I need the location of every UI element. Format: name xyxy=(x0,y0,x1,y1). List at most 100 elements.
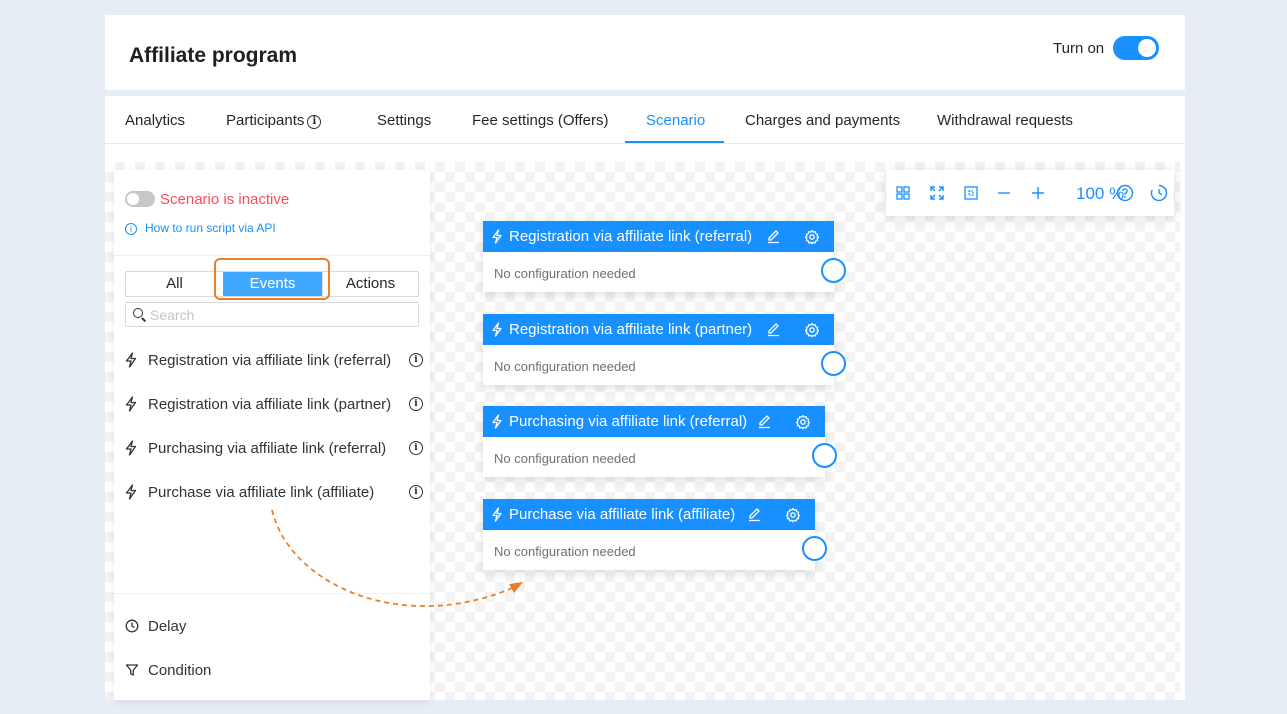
search-input[interactable] xyxy=(150,305,410,325)
info-icon[interactable]: i xyxy=(409,441,423,455)
edit-icon[interactable] xyxy=(766,229,781,244)
search-icon xyxy=(133,308,143,318)
node-config-text: No configuration needed xyxy=(494,451,636,466)
scenario-status-switch[interactable] xyxy=(125,191,155,207)
edit-icon[interactable] xyxy=(757,414,772,429)
node-body: No configuration needed xyxy=(483,345,834,385)
info-icon[interactable]: i xyxy=(409,353,423,367)
lightning-icon xyxy=(492,414,502,429)
scenario-status-text: Scenario is inactive xyxy=(160,191,290,208)
node-body: No configuration needed xyxy=(483,530,815,570)
gear-icon[interactable] xyxy=(785,507,801,523)
switch-knob xyxy=(1138,39,1156,57)
node-body: No configuration needed xyxy=(483,437,825,477)
grid-icon[interactable] xyxy=(895,185,911,201)
switch-knob xyxy=(127,193,139,205)
node-title: Purchasing via affiliate link (referral) xyxy=(509,413,748,430)
lightning-icon xyxy=(125,396,137,412)
tab-label: Participants xyxy=(226,112,305,129)
node-config-text: No configuration needed xyxy=(494,266,636,281)
page-header: Affiliate program Turn on xyxy=(105,15,1185,90)
zoom-out-icon[interactable] xyxy=(996,185,1012,201)
event-item[interactable]: Purchasing via affiliate link (referral)… xyxy=(124,439,424,459)
node-header: Purchasing via affiliate link (referral) xyxy=(483,406,825,437)
fit-view-icon[interactable] xyxy=(963,185,979,201)
node-title: Registration via affiliate link (partner… xyxy=(509,321,753,338)
lightning-icon xyxy=(492,229,502,244)
turn-on-switch[interactable] xyxy=(1113,36,1159,60)
scenario-node[interactable]: Purchasing via affiliate link (referral)… xyxy=(483,406,837,477)
gear-icon[interactable] xyxy=(804,322,820,338)
active-tab-indicator xyxy=(625,141,724,143)
tab-fee-settings[interactable]: Fee settings (Offers) xyxy=(472,112,608,129)
node-header: Registration via affiliate link (partner… xyxy=(483,314,834,345)
scenario-node[interactable]: Purchase via affiliate link (affiliate) … xyxy=(483,499,827,570)
condition-label: Condition xyxy=(148,662,212,679)
filter-icon xyxy=(125,664,139,676)
tab-label: Settings xyxy=(377,112,432,129)
node-output-port[interactable] xyxy=(812,443,837,468)
node-output-port[interactable] xyxy=(821,351,846,376)
info-icon: i xyxy=(125,223,137,235)
info-icon[interactable]: i xyxy=(409,397,423,411)
tab-label: Charges and payments xyxy=(745,112,901,129)
node-config-text: No configuration needed xyxy=(494,359,636,374)
scenario-node[interactable]: Registration via affiliate link (partner… xyxy=(483,314,846,385)
tab-participants[interactable]: Participants i xyxy=(226,112,322,129)
scenario-node[interactable]: Registration via affiliate link (referra… xyxy=(483,221,846,292)
node-output-port[interactable] xyxy=(821,258,846,283)
node-config-text: No configuration needed xyxy=(494,544,636,559)
node-header: Purchase via affiliate link (affiliate) xyxy=(483,499,815,530)
tab-settings[interactable]: Settings xyxy=(377,112,431,129)
node-title: Purchase via affiliate link (affiliate) xyxy=(509,506,736,523)
gear-icon[interactable] xyxy=(795,414,811,430)
fullscreen-icon[interactable] xyxy=(929,185,945,201)
api-help-link[interactable]: i How to run script via API xyxy=(125,221,276,235)
event-item[interactable]: Purchase via affiliate link (affiliate) … xyxy=(124,483,424,503)
clock-icon xyxy=(125,619,139,633)
search-box xyxy=(125,302,419,327)
node-output-port[interactable] xyxy=(802,536,827,561)
tab-analytics[interactable]: Analytics xyxy=(125,112,185,129)
lightning-icon xyxy=(125,352,137,368)
divider xyxy=(114,593,430,594)
tab-withdrawal-requests[interactable]: Withdrawal requests xyxy=(937,112,1073,129)
info-icon[interactable]: i xyxy=(307,115,322,129)
delay-label: Delay xyxy=(148,618,187,635)
event-label: Purchasing via affiliate link (referral) xyxy=(148,440,387,457)
edit-icon[interactable] xyxy=(747,507,762,522)
lightning-icon xyxy=(125,484,137,500)
event-label: Registration via affiliate link (partner… xyxy=(148,396,392,413)
zoom-in-icon[interactable] xyxy=(1030,185,1046,201)
event-item[interactable]: Registration via affiliate link (partner… xyxy=(124,395,424,415)
canvas-toolbar: 100 % xyxy=(886,170,1174,216)
divider xyxy=(114,255,430,256)
help-icon[interactable] xyxy=(1116,184,1134,202)
filter-actions[interactable]: Actions xyxy=(323,272,418,296)
annotation-highlight xyxy=(214,258,330,300)
turn-on-label: Turn on xyxy=(1053,40,1105,57)
edit-icon[interactable] xyxy=(766,322,781,337)
tab-label: Withdrawal requests xyxy=(937,112,1073,129)
node-title: Registration via affiliate link (referra… xyxy=(509,228,753,245)
scenario-sidebar: Scenario is inactive i How to run script … xyxy=(114,170,430,700)
gear-icon[interactable] xyxy=(804,229,820,245)
filter-all[interactable]: All xyxy=(126,272,223,296)
lightning-icon xyxy=(125,440,137,456)
lightning-icon xyxy=(492,322,502,337)
tab-label: Analytics xyxy=(125,112,186,129)
tab-label: Fee settings (Offers) xyxy=(472,112,609,129)
tab-label: Scenario xyxy=(646,112,706,129)
node-header: Registration via affiliate link (referra… xyxy=(483,221,834,252)
main-panel: Analytics Participants i Settings Fee set… xyxy=(105,96,1185,700)
tab-bar: Analytics Participants i Settings Fee set… xyxy=(105,96,1185,144)
tab-scenario[interactable]: Scenario xyxy=(646,112,705,129)
tab-charges-payments[interactable]: Charges and payments xyxy=(745,112,900,129)
page-title: Affiliate program xyxy=(129,44,298,67)
event-label: Registration via affiliate link (referra… xyxy=(148,352,392,369)
event-item[interactable]: Registration via affiliate link (referra… xyxy=(124,351,424,371)
history-icon[interactable] xyxy=(1150,184,1168,202)
lightning-icon xyxy=(492,507,502,522)
event-label: Purchase via affiliate link (affiliate) xyxy=(148,484,375,501)
info-icon[interactable]: i xyxy=(409,485,423,499)
